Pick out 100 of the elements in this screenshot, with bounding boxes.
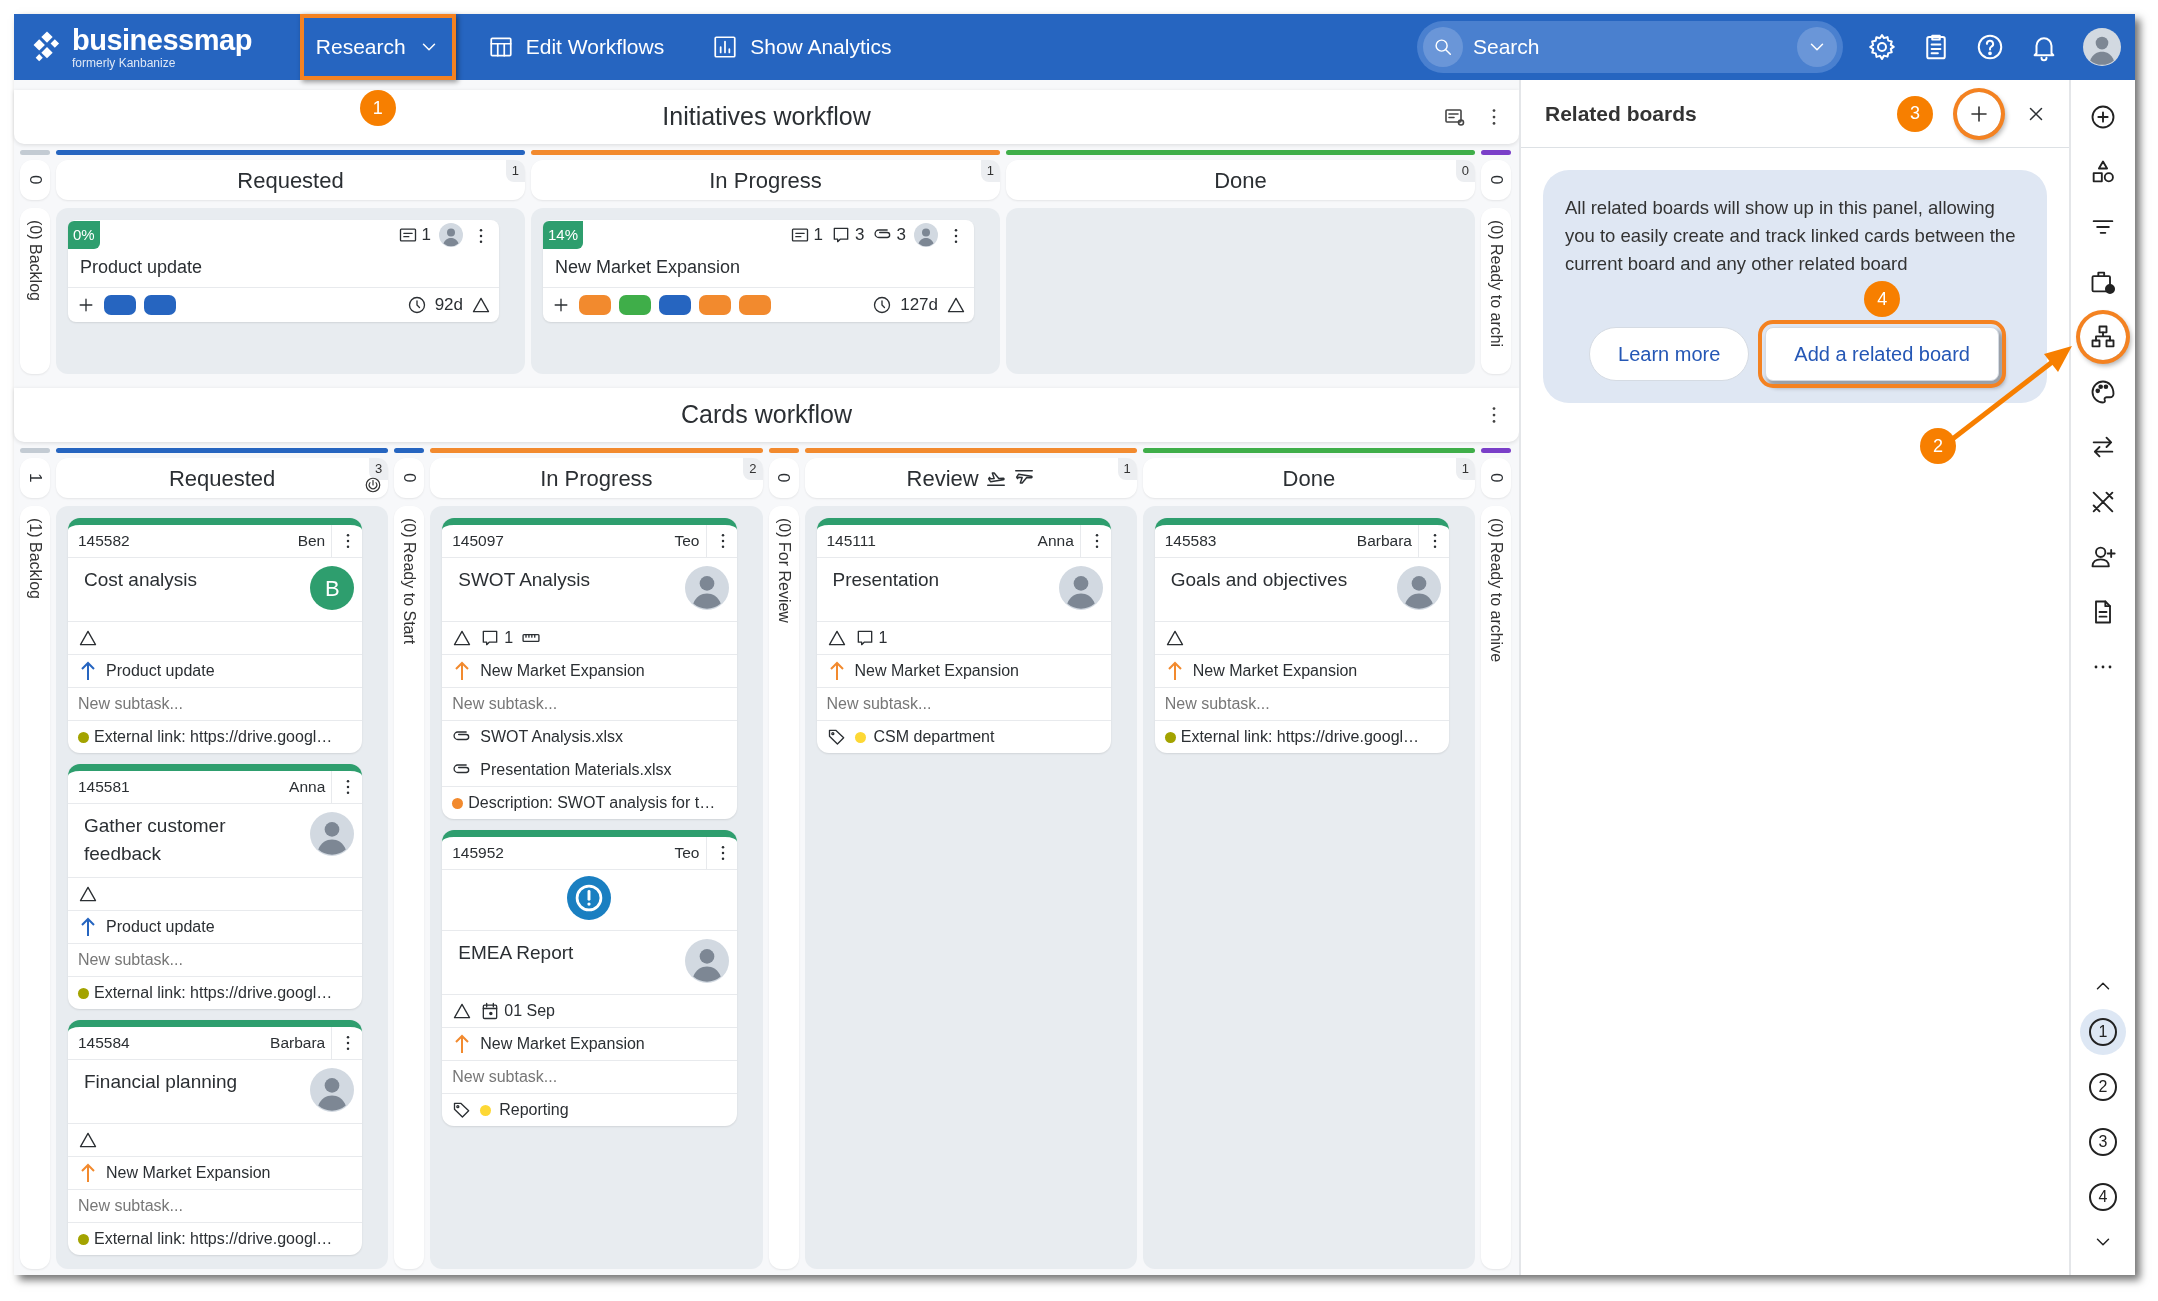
column-name: (1) Backlog [26, 518, 45, 601]
card-description: Description: SWOT analysis for t… [468, 793, 716, 813]
tag-icon [826, 727, 847, 747]
comment-count: 1 [878, 628, 888, 648]
column-header[interactable]: 0 [394, 458, 425, 498]
task-card[interactable]: 145583 Barbara Goals and objectives New Market Expansion New subtask... External link: https://drive.googl… [1154, 518, 1449, 753]
logo-subtitle: formerly Kanbanize [72, 56, 176, 69]
subtask-field[interactable]: New subtask... [452, 692, 727, 716]
initiative-card[interactable]: 14% 1 3 3 New Market Expansion 127d [543, 220, 974, 322]
nav-link[interactable]: Show Analytics [696, 14, 908, 80]
nav-link[interactable]: Edit Workflows [471, 14, 681, 80]
parent-card-link[interactable]: New Market Expansion [854, 659, 1019, 683]
card-owner: Anna [1037, 531, 1074, 552]
task-card[interactable]: 145581 Anna Gather customer feedback Product update New subtask... External link: https://drive.googl… [68, 764, 363, 1010]
card-id: 145581 [78, 777, 130, 798]
task-card[interactable]: 145952 Teo EMEA Report 01 Sep New Market Expansion New subtask... Reporting [442, 830, 737, 1126]
column-name: Done [1214, 166, 1267, 195]
card-id: 145111 [826, 531, 876, 552]
collapsed-column[interactable]: (0) Ready to archive [1481, 506, 1511, 1269]
card-count: 0 [773, 473, 795, 483]
task-card[interactable]: 145111 Anna Presentation 1 New Market Expansion New subtask... CSM department [816, 518, 1111, 753]
column-header[interactable]: 0 [20, 160, 50, 200]
swimlane-button[interactable]: 2 [2080, 1064, 2126, 1110]
task-card[interactable]: 145582 Ben Cost analysis B Product update New subtask... External link: https://drive.googl… [68, 518, 363, 753]
column-header[interactable]: 0 [1481, 160, 1511, 200]
collapsed-column[interactable]: (0) Ready to archi [1481, 208, 1511, 374]
card-title: Presentation [832, 568, 940, 592]
task-card[interactable]: 145097 Teo SWOT Analysis 1 New Market Expansion New subtask... SWOT Analysis.xlsx Presentation Materials.xlsx Description: SWOT analysis for t… [442, 518, 737, 819]
settings-icon[interactable] [1867, 32, 1897, 62]
column-name: (0) Backlog [26, 220, 45, 303]
palette-icon [2089, 378, 2117, 406]
tag-label: Reporting [499, 1100, 569, 1120]
priority-icon [1164, 628, 1185, 648]
card-count: 0 [399, 473, 420, 483]
custom-field-link: External link: https://drive.googl… [94, 983, 333, 1004]
card-title: Financial planning [84, 1070, 238, 1095]
card-title: New Market Expansion [555, 257, 741, 277]
search-field[interactable]: Search [1471, 30, 1789, 64]
avatar [1397, 566, 1441, 610]
card-count: 0 [1485, 473, 1507, 483]
logo-text: businessmap [72, 25, 252, 55]
card-title: Product update [80, 257, 203, 277]
column-header[interactable]: 0 [1481, 458, 1511, 498]
avatar [1058, 566, 1103, 610]
swimlane-button[interactable]: 4 [2080, 1174, 2126, 1220]
card-count: 1 [1117, 458, 1137, 480]
learn-more-button[interactable]: Learn more [1589, 327, 1750, 382]
swimlane-button[interactable]: 1 [2080, 1009, 2126, 1055]
card-count: 1 [24, 473, 46, 483]
panel-title: Related boards [1545, 100, 1697, 127]
parent-card-link[interactable]: Product update [106, 915, 215, 940]
parent-card-link[interactable]: New Market Expansion [1192, 659, 1358, 683]
clock-icon [406, 294, 427, 315]
subtask-field[interactable]: New subtask... [826, 692, 1101, 716]
attachment-link[interactable]: Presentation Materials.xlsx [480, 757, 672, 782]
card-owner: Teo [674, 843, 700, 864]
card-title: Gather customer feedback [84, 814, 227, 866]
search-bar[interactable]: Search [1417, 21, 1843, 73]
swimlane-button[interactable]: 3 [2080, 1119, 2126, 1165]
card-id: 145582 [78, 531, 130, 552]
help-icon[interactable] [1975, 32, 2005, 62]
parent-card-link[interactable]: New Market Expansion [480, 659, 645, 683]
avatar [684, 939, 729, 983]
card-count: 1 [505, 160, 525, 182]
tag-label: CSM department [873, 727, 995, 747]
parent-card-link[interactable]: Product update [106, 659, 215, 683]
avatar [439, 223, 463, 247]
subtask-field[interactable]: New subtask... [1164, 692, 1439, 716]
parent-card-link[interactable]: New Market Expansion [480, 1032, 645, 1056]
board-menu[interactable]: Research [299, 14, 456, 80]
attachment-link[interactable]: SWOT Analysis.xlsx [480, 725, 624, 749]
column-header[interactable]: 1 [20, 458, 50, 498]
card-age: 127d [900, 293, 938, 316]
initiative-card[interactable]: 0% 1 Product update 92d [68, 220, 499, 322]
subtask-field[interactable]: New subtask... [452, 1065, 727, 1089]
workflow-title: Initiatives workflow [662, 101, 871, 133]
collapsed-column[interactable]: (0) Backlog [20, 208, 50, 374]
priority-icon [78, 628, 98, 648]
task-card[interactable]: 145584 Barbara Financial planning New Market Expansion New subtask... External link: https://drive.googl… [68, 1020, 363, 1256]
comment-count: 3 [855, 224, 865, 247]
column-name: Requested [168, 464, 276, 493]
collapsed-column[interactable]: (0) Ready to Start [394, 506, 425, 1269]
collapsed-column[interactable]: (0) For Review [768, 506, 799, 1269]
card-count: 0 [1485, 175, 1507, 185]
column-header[interactable]: 0 [768, 458, 799, 498]
column-name: (0) Ready to Start [400, 518, 420, 647]
card-count: 0 [24, 175, 46, 185]
card-owner: Barbara [270, 1033, 326, 1054]
avatar [310, 812, 355, 856]
parent-card-link[interactable]: New Market Expansion [106, 1161, 271, 1186]
card-owner: Ben [297, 531, 326, 552]
subtask-field[interactable]: New subtask... [78, 948, 353, 973]
avatar [2083, 28, 2121, 66]
linked-count: 1 [421, 224, 431, 247]
subtask-field[interactable]: New subtask... [78, 1194, 353, 1219]
linked-count: 1 [813, 224, 824, 247]
subtask-field[interactable]: New subtask... [78, 692, 353, 716]
collapsed-column[interactable]: (1) Backlog [20, 506, 50, 1269]
deadline-date: 01 Sep [504, 1001, 555, 1021]
add-icon [2089, 103, 2117, 131]
